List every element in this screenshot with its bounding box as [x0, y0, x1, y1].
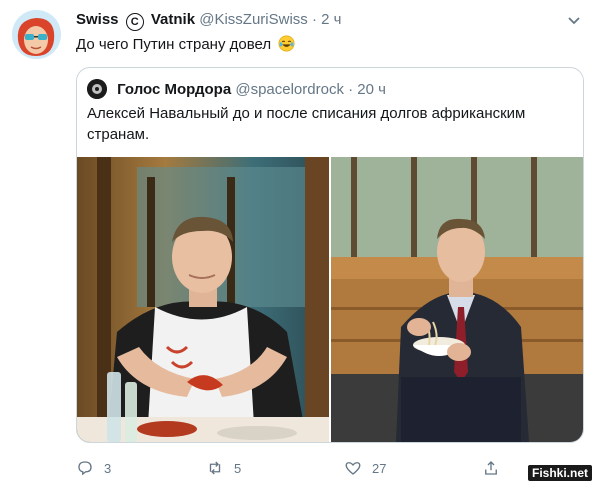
retweet-icon	[209, 461, 221, 475]
quoted-tweet-header: Голос Мордора @spacelordrock · 20 ч	[87, 79, 386, 99]
heart-icon	[345, 462, 361, 475]
quoted-author-name: Голос Мордора	[117, 81, 232, 98]
copyright-icon: C	[125, 13, 144, 31]
share-icon	[485, 461, 497, 475]
author-name-suffix[interactable]: Vatnik	[151, 11, 195, 28]
reply-button[interactable]: 3	[76, 458, 111, 478]
quoted-tweet-photos	[77, 157, 583, 442]
author-name[interactable]: Swiss	[76, 11, 119, 28]
tweet-actions: 3 5 27	[76, 458, 576, 478]
author-avatar[interactable]	[12, 10, 61, 59]
share-button[interactable]	[482, 458, 510, 478]
like-button[interactable]: 27	[344, 458, 386, 478]
quoted-tweet-card[interactable]: Голос Мордора @spacelordrock · 20 ч Алек…	[76, 67, 584, 443]
photo-restaurant[interactable]	[77, 157, 329, 442]
tweet-header: Swiss C Vatnik @KissZuriSwiss · 2 ч	[76, 11, 578, 31]
watermark: Fishki.net	[527, 465, 592, 481]
like-count: 27	[372, 460, 387, 476]
photo-bench-noodles[interactable]	[331, 157, 583, 442]
quoted-tweet-text: Алексей Навальный до и после списания до…	[87, 105, 526, 143]
quoted-author-avatar	[87, 79, 107, 99]
quoted-author-handle: @spacelordrock	[235, 81, 344, 98]
tweet-text: До чего Путин страну довел	[76, 35, 295, 55]
tweet-time[interactable]: 2 ч	[321, 11, 341, 28]
author-handle[interactable]: @KissZuriSwiss	[199, 11, 308, 28]
tweet-body: До чего Путин страну довел	[76, 36, 272, 53]
chevron-down-icon[interactable]	[566, 12, 582, 28]
header-separator: ·	[311, 11, 317, 28]
reply-count: 3	[104, 460, 112, 476]
retweet-count: 5	[234, 460, 242, 476]
retweet-button[interactable]: 5	[206, 458, 241, 478]
quoted-separator: ·	[348, 81, 354, 98]
reply-icon	[78, 461, 92, 476]
laughing-tears-emoji-icon	[278, 35, 295, 52]
quoted-tweet-time: 20 ч	[357, 81, 386, 98]
